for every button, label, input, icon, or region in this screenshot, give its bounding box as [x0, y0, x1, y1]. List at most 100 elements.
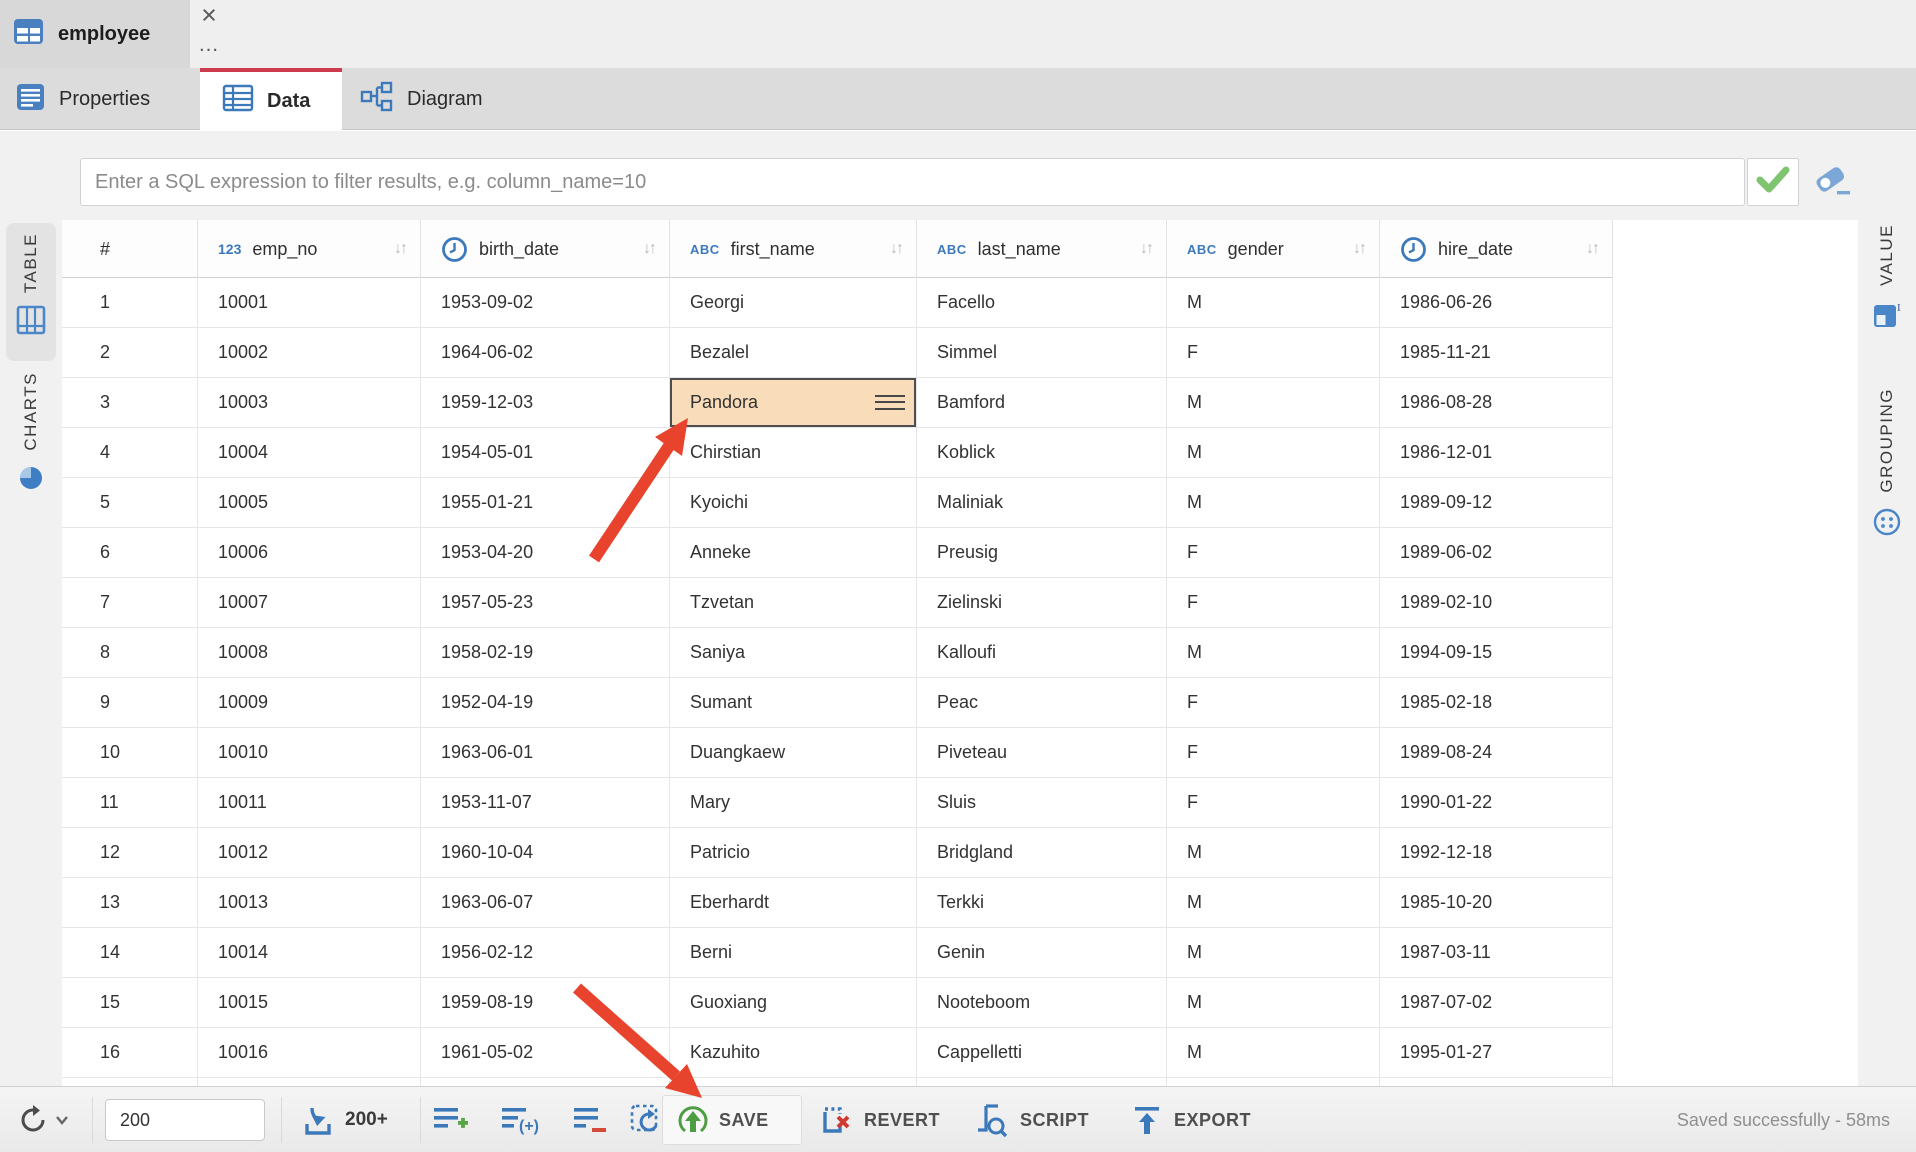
data-cell-first_name[interactable]: Chirstian	[670, 428, 917, 478]
row-number-cell[interactable]: 15	[62, 978, 198, 1028]
column-header-last_name[interactable]: ABClast_name↓↑	[917, 220, 1167, 278]
data-cell-last_name[interactable]: Cappelletti	[917, 1028, 1167, 1078]
data-cell-birth_date[interactable]: 1953-04-20	[421, 528, 670, 578]
panel-tab-charts[interactable]: CHARTS	[6, 372, 56, 517]
script-button[interactable]: SCRIPT	[972, 1087, 1089, 1152]
data-cell-emp_no[interactable]: 10002	[198, 328, 421, 378]
data-cell-gender[interactable]: F	[1167, 578, 1380, 628]
data-cell-emp_no[interactable]: 10013	[198, 878, 421, 928]
data-cell-emp_no[interactable]: 10010	[198, 728, 421, 778]
data-cell-hire_date[interactable]	[1380, 1078, 1613, 1086]
data-cell-first_name[interactable]: Kyoichi	[670, 478, 917, 528]
data-cell-first_name[interactable]: Anneke	[670, 528, 917, 578]
edited-cell-first_name[interactable]: Pandora	[670, 378, 917, 428]
data-cell-hire_date[interactable]: 1986-06-26	[1380, 278, 1613, 328]
sort-icon[interactable]: ↓↑	[1140, 220, 1152, 278]
data-cell-emp_no[interactable]: 10006	[198, 528, 421, 578]
data-cell-first_name[interactable]: Patricio	[670, 828, 917, 878]
data-cell-hire_date[interactable]: 1986-12-01	[1380, 428, 1613, 478]
data-cell-first_name[interactable]: Berni	[670, 928, 917, 978]
data-cell-hire_date[interactable]: 1987-07-02	[1380, 978, 1613, 1028]
data-cell-hire_date[interactable]: 1985-02-18	[1380, 678, 1613, 728]
tab-diagram[interactable]: Diagram	[342, 68, 509, 130]
data-cell-emp_no[interactable]: 10014	[198, 928, 421, 978]
data-cell-emp_no[interactable]: 10009	[198, 678, 421, 728]
data-cell-emp_no[interactable]: 10005	[198, 478, 421, 528]
data-cell-birth_date[interactable]: 1955-01-21	[421, 478, 670, 528]
column-header-num[interactable]: #	[62, 220, 198, 278]
column-header-emp_no[interactable]: 123emp_no↓↑	[198, 220, 421, 278]
export-button[interactable]: EXPORT	[1130, 1087, 1251, 1152]
data-cell-birth_date[interactable]: 1960-10-04	[421, 828, 670, 878]
data-cell-birth_date[interactable]: 1959-12-03	[421, 378, 670, 428]
sort-icon[interactable]: ↓↑	[1353, 220, 1365, 278]
data-cell-first_name[interactable]	[670, 1078, 917, 1086]
fetch-next-page-button[interactable]: 200+	[300, 1087, 388, 1152]
sort-icon[interactable]: ↓↑	[890, 220, 902, 278]
row-number-cell[interactable]	[62, 1078, 198, 1086]
data-cell-first_name[interactable]: Sumant	[670, 678, 917, 728]
row-number-cell[interactable]: 9	[62, 678, 198, 728]
revert-button[interactable]: REVERT	[818, 1087, 940, 1152]
data-cell-gender[interactable]: F	[1167, 778, 1380, 828]
row-number-cell[interactable]: 14	[62, 928, 198, 978]
data-cell-gender[interactable]	[1167, 1078, 1380, 1086]
data-cell-last_name[interactable]: Terkki	[917, 878, 1167, 928]
data-cell-birth_date[interactable]: 1953-09-02	[421, 278, 670, 328]
data-cell-hire_date[interactable]: 1989-08-24	[1380, 728, 1613, 778]
data-cell-last_name[interactable]: Piveteau	[917, 728, 1167, 778]
data-cell-hire_date[interactable]: 1985-10-20	[1380, 878, 1613, 928]
row-number-cell[interactable]: 7	[62, 578, 198, 628]
data-cell-birth_date[interactable]: 1958-02-19	[421, 628, 670, 678]
row-number-cell[interactable]: 6	[62, 528, 198, 578]
refresh-row-button[interactable]	[628, 1087, 664, 1152]
row-number-cell[interactable]: 2	[62, 328, 198, 378]
panel-tab-table[interactable]: TABLE	[6, 223, 56, 361]
data-cell-gender[interactable]: F	[1167, 728, 1380, 778]
data-cell-gender[interactable]: M	[1167, 378, 1380, 428]
data-cell-hire_date[interactable]: 1985-11-21	[1380, 328, 1613, 378]
data-cell-hire_date[interactable]: 1989-02-10	[1380, 578, 1613, 628]
data-cell-first_name[interactable]: Georgi	[670, 278, 917, 328]
refresh-button[interactable]	[16, 1087, 69, 1152]
data-cell-first_name[interactable]: Guoxiang	[670, 978, 917, 1028]
data-cell-emp_no[interactable]: 10003	[198, 378, 421, 428]
sort-icon[interactable]: ↓↑	[643, 220, 655, 278]
row-number-cell[interactable]: 11	[62, 778, 198, 828]
data-cell-last_name[interactable]: Bridgland	[917, 828, 1167, 878]
data-cell-birth_date[interactable]: 1957-05-23	[421, 578, 670, 628]
sort-icon[interactable]: ↓↑	[394, 220, 406, 278]
add-row-button[interactable]	[432, 1087, 470, 1152]
data-cell-hire_date[interactable]: 1989-09-12	[1380, 478, 1613, 528]
data-cell-gender[interactable]: F	[1167, 328, 1380, 378]
data-cell-birth_date[interactable]: 1961-05-02	[421, 1028, 670, 1078]
data-cell-birth_date[interactable]	[421, 1078, 670, 1086]
sort-icon[interactable]: ↓↑	[1586, 220, 1598, 278]
data-cell-gender[interactable]: M	[1167, 278, 1380, 328]
data-cell-hire_date[interactable]: 1990-01-22	[1380, 778, 1613, 828]
row-number-cell[interactable]: 10	[62, 728, 198, 778]
column-header-gender[interactable]: ABCgender↓↑	[1167, 220, 1380, 278]
data-cell-emp_no[interactable]	[198, 1078, 421, 1086]
data-cell-emp_no[interactable]: 10015	[198, 978, 421, 1028]
data-cell-birth_date[interactable]: 1963-06-07	[421, 878, 670, 928]
data-cell-last_name[interactable]: Nooteboom	[917, 978, 1167, 1028]
cell-menu-icon[interactable]	[875, 395, 905, 411]
more-options-icon[interactable]: …	[196, 36, 222, 58]
tab-properties[interactable]: Properties	[0, 68, 200, 130]
data-cell-emp_no[interactable]: 10011	[198, 778, 421, 828]
data-cell-last_name[interactable]: Simmel	[917, 328, 1167, 378]
data-cell-birth_date[interactable]: 1956-02-12	[421, 928, 670, 978]
data-cell-gender[interactable]: M	[1167, 828, 1380, 878]
row-number-cell[interactable]: 12	[62, 828, 198, 878]
data-cell-hire_date[interactable]: 1995-01-27	[1380, 1028, 1613, 1078]
data-cell-gender[interactable]: M	[1167, 1028, 1380, 1078]
data-cell-hire_date[interactable]: 1994-09-15	[1380, 628, 1613, 678]
data-cell-hire_date[interactable]: 1992-12-18	[1380, 828, 1613, 878]
data-cell-first_name[interactable]: Kazuhito	[670, 1028, 917, 1078]
data-cell-last_name[interactable]: Sluis	[917, 778, 1167, 828]
row-number-cell[interactable]: 13	[62, 878, 198, 928]
column-header-first_name[interactable]: ABCfirst_name↓↑	[670, 220, 917, 278]
duplicate-row-button[interactable]: (+)	[500, 1087, 540, 1152]
delete-row-button[interactable]	[572, 1087, 608, 1152]
